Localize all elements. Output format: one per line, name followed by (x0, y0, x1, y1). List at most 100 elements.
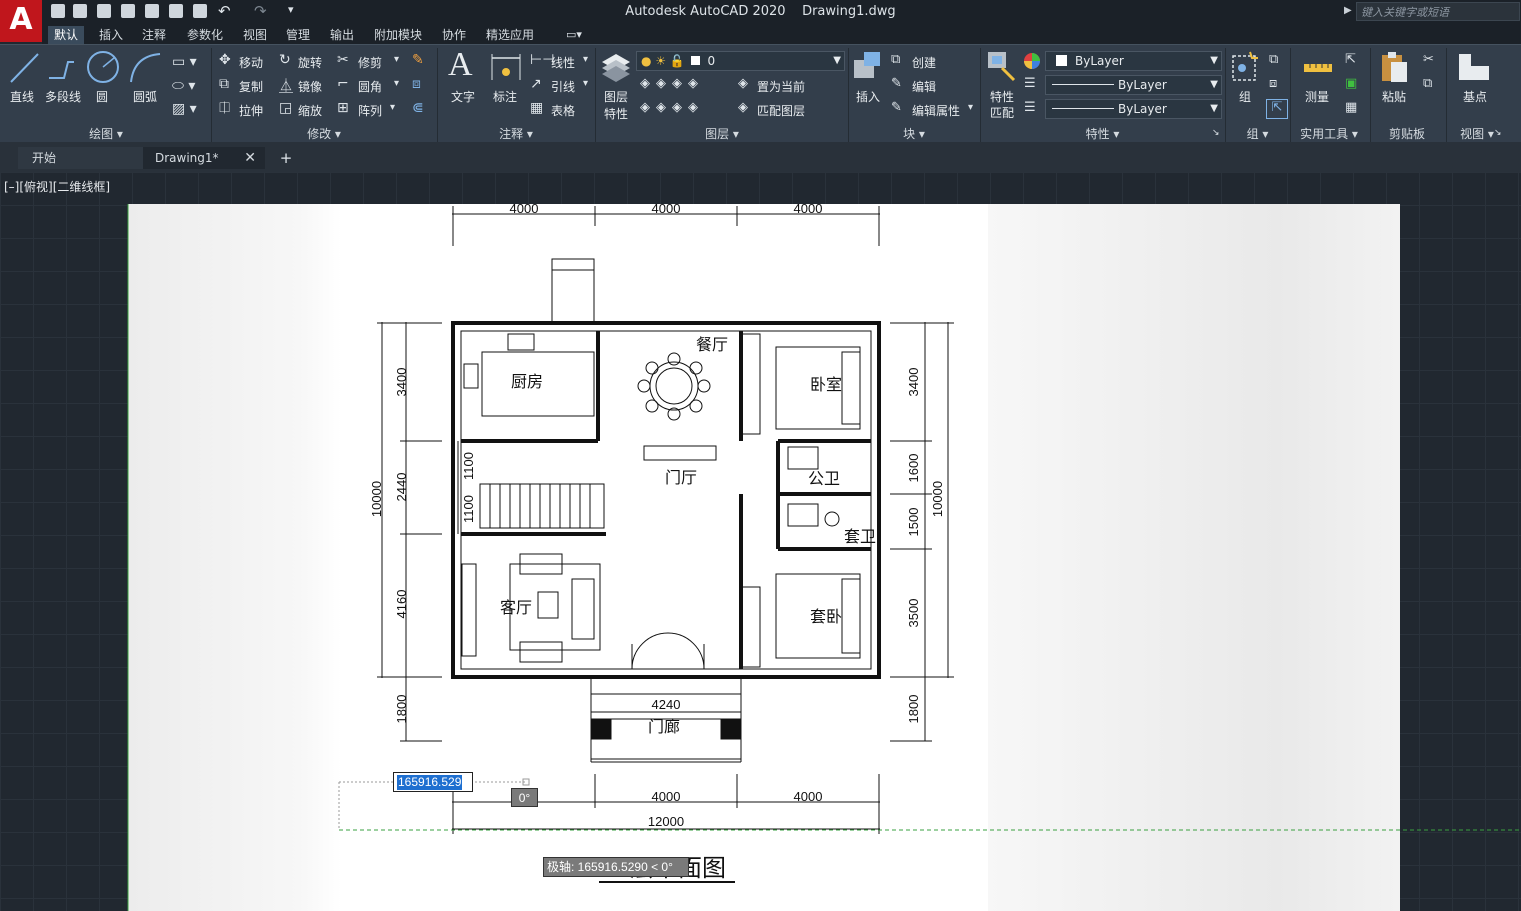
group-button[interactable]: 组 (1239, 88, 1251, 105)
dim-stair-1: 1100 (461, 495, 476, 523)
select-all-icon[interactable]: ▣ (1345, 76, 1357, 91)
base-view-button[interactable]: 基点 (1463, 88, 1487, 105)
base-view-icon (1459, 54, 1489, 80)
explode-icon[interactable]: ⧈ (412, 76, 421, 92)
trim-button[interactable]: 修剪 (358, 54, 382, 71)
dim-porch: 4240 (652, 697, 681, 712)
polyline-button[interactable]: 多段线 (45, 88, 81, 105)
layer-color-swatch (690, 56, 700, 65)
insert-button[interactable]: 插入 (856, 88, 880, 105)
tab-output[interactable]: 输出 (324, 26, 360, 44)
rotate-button[interactable]: 旋转 (298, 54, 322, 71)
dim-top-2: 4000 (652, 204, 681, 216)
arc-button[interactable]: 圆弧 (133, 88, 157, 105)
color-dropdown-arrow-icon: ▼ (1210, 55, 1218, 66)
dimension-button[interactable]: 标注 (493, 88, 517, 105)
tab-featured-apps[interactable]: 精选应用 (480, 26, 540, 44)
fillet-button[interactable]: 圆角 (358, 78, 382, 95)
group-select-toggle-icon[interactable]: ⇱ (1266, 99, 1288, 119)
linear-button[interactable]: 线性 (551, 54, 575, 71)
close-tab-icon[interactable]: ✕ (244, 147, 256, 169)
mirror-button[interactable]: 镜像 (298, 78, 322, 95)
tab-addins[interactable]: 附加模块 (368, 26, 428, 44)
erase-icon[interactable]: ✎ (412, 52, 424, 68)
calculator-icon[interactable]: ▦ (1345, 100, 1357, 115)
trim-dropdown-icon[interactable]: ▾ (394, 54, 399, 65)
search-expand-icon[interactable]: ▶ (1344, 5, 1352, 16)
room-suite-bath: 套卫 (844, 527, 876, 546)
set-current-button[interactable]: 置为当前 (757, 78, 805, 95)
array-dropdown-icon[interactable]: ▾ (390, 102, 395, 113)
properties-dialog-launcher-icon[interactable]: ↘ (1212, 128, 1220, 138)
leader-dropdown-icon[interactable]: ▾ (583, 78, 588, 89)
panel-title-utilities[interactable]: 实用工具 ▾ (1291, 125, 1367, 142)
match-properties-button-line2[interactable]: 匹配 (990, 104, 1014, 121)
group-edit-icon[interactable]: ⧈ (1269, 76, 1277, 91)
panel-title-properties[interactable]: 特性 ▾ (981, 125, 1224, 142)
tab-view[interactable]: 视图 (237, 26, 273, 44)
tab-annotate[interactable]: 注释 (136, 26, 172, 44)
panel-title-groups[interactable]: 组 ▾ (1226, 125, 1289, 142)
paste-button[interactable]: 粘贴 (1382, 88, 1406, 105)
match-layer-button[interactable]: 匹配图层 (757, 102, 805, 119)
layer-tools-row2-icons[interactable]: ◈◈◈◈ (640, 100, 704, 115)
fillet-dropdown-icon[interactable]: ▾ (394, 78, 399, 89)
offset-icon[interactable]: ⋐ (412, 100, 424, 116)
dynamic-input-distance-field[interactable]: 165916.529 (393, 772, 473, 792)
panel-title-modify[interactable]: 修改 ▾ (212, 125, 436, 142)
move-button[interactable]: 移动 (239, 54, 263, 71)
cut-icon[interactable]: ✂ (1423, 52, 1434, 67)
search-input[interactable]: 键入关键字或短语 (1356, 2, 1520, 21)
rectangle-icon[interactable]: ▭ ▾ (172, 54, 197, 70)
lineweight-dropdown[interactable]: ByLayer ▼ (1045, 99, 1222, 119)
array-icon: ⊞ (337, 100, 349, 116)
panel-title-block[interactable]: 块 ▾ (849, 125, 979, 142)
fillet-icon: ⌐ (337, 76, 349, 92)
leader-button[interactable]: 引线 (551, 78, 575, 95)
edit-block-button[interactable]: 编辑 (912, 78, 936, 95)
viewport-controls[interactable]: [–][俯视][二维线框] (4, 178, 110, 195)
circle-button[interactable]: 圆 (96, 88, 108, 105)
line-button[interactable]: 直线 (10, 88, 34, 105)
room-hall: 门厅 (665, 468, 697, 487)
panel-title-layers[interactable]: 图层 ▾ (596, 125, 848, 142)
tab-insert[interactable]: 插入 (93, 26, 129, 44)
linear-dropdown-icon[interactable]: ▾ (583, 54, 588, 65)
copy-clip-icon[interactable]: ⧉ (1423, 76, 1432, 91)
tab-collaborate[interactable]: 协作 (436, 26, 472, 44)
ribbon-minimize-icon[interactable]: ▭▾ (566, 28, 582, 41)
ungroup-icon[interactable]: ⧉ (1269, 52, 1278, 67)
panel-title-draw[interactable]: 绘图 ▾ (2, 125, 210, 142)
layer-tools-row1-icons[interactable]: ◈◈◈◈ (640, 76, 704, 91)
view-dialog-launcher-icon[interactable]: ↘ (1494, 128, 1502, 138)
edit-attributes-dropdown-icon[interactable]: ▾ (968, 102, 973, 113)
layer-properties-button-line1[interactable]: 图层 (604, 88, 628, 105)
new-tab-icon[interactable]: + (276, 149, 296, 167)
tab-default[interactable]: 默认 (48, 26, 85, 44)
layer-properties-button-line2[interactable]: 特性 (604, 105, 628, 122)
color-swatch (1056, 55, 1067, 66)
doc-tab-start[interactable]: 开始 (18, 147, 143, 169)
create-block-button[interactable]: 创建 (912, 54, 936, 71)
color-dropdown[interactable]: ByLayer ▼ (1045, 51, 1222, 71)
edit-attributes-button[interactable]: 编辑属性 (912, 102, 960, 119)
doc-tab-drawing[interactable]: Drawing1* ✕ (143, 147, 265, 169)
quick-select-icon[interactable]: ⇱ (1345, 52, 1356, 67)
tab-manage[interactable]: 管理 (280, 26, 316, 44)
tab-parametric[interactable]: 参数化 (181, 26, 229, 44)
match-properties-button-line1[interactable]: 特性 (990, 88, 1014, 105)
panel-title-annotation[interactable]: 注释 ▾ (438, 125, 594, 142)
array-button[interactable]: 阵列 (358, 102, 382, 119)
table-button[interactable]: 表格 (551, 102, 575, 119)
layer-dropdown[interactable]: ● ☀ 🔓 0 ▼ (636, 51, 845, 71)
dynamic-input-angle-field[interactable]: 0° (511, 788, 538, 807)
text-button[interactable]: 文字 (451, 88, 475, 105)
lineweight-icon: ☰ (1024, 100, 1036, 115)
stretch-button[interactable]: 拉伸 (239, 102, 263, 119)
copy-button[interactable]: 复制 (239, 78, 263, 95)
measure-button[interactable]: 测量 (1305, 88, 1329, 105)
hatch-icon[interactable]: ▨ ▾ (172, 101, 197, 117)
scale-button[interactable]: 缩放 (298, 102, 322, 119)
linetype-dropdown[interactable]: ByLayer ▼ (1045, 75, 1222, 95)
ellipse-icon[interactable]: ⬭ ▾ (172, 78, 195, 94)
